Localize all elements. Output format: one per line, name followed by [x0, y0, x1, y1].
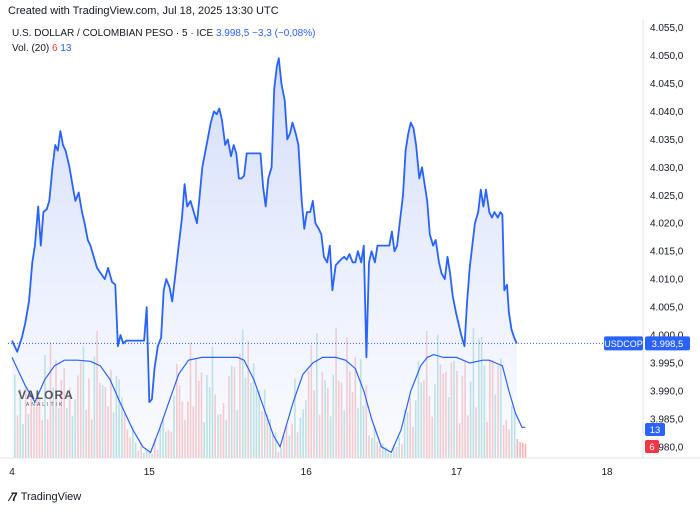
- volume-bar: [522, 442, 524, 458]
- y-tick-label: 4.025,0: [650, 191, 684, 202]
- y-tick-label: 4.020,0: [650, 219, 684, 230]
- symbol-badge-text: USDCOP: [604, 339, 643, 349]
- y-tick-label: 3.990,0: [650, 386, 684, 397]
- volume-up-badge-text: 13: [650, 425, 661, 436]
- last-price-badge-text: 3.998,5: [652, 339, 684, 350]
- price-chart[interactable]: 3.980,03.985,03.990,03.995,04.000,04.005…: [0, 0, 700, 511]
- volume-bar: [519, 442, 521, 458]
- y-tick-label: 4.055,0: [650, 23, 684, 34]
- y-tick-label: 4.045,0: [650, 79, 684, 90]
- tradingview-footer[interactable]: ⁄7 TradingView: [10, 490, 81, 504]
- y-tick-label: 4.050,0: [650, 51, 684, 62]
- tradingview-logo-icon: ⁄7: [10, 490, 18, 504]
- y-tick-label: 4.040,0: [650, 107, 684, 118]
- x-tick-label: 17: [451, 467, 463, 478]
- y-tick-label: 3.995,0: [650, 358, 684, 369]
- price-area-fill: [12, 58, 517, 459]
- x-tick-label: 4: [9, 467, 15, 478]
- y-tick-label: 4.035,0: [650, 135, 684, 146]
- y-tick-label: 4.030,0: [650, 163, 684, 174]
- volume-down-badge-text: 6: [649, 442, 654, 453]
- tradingview-brand: TradingView: [20, 491, 82, 503]
- volume-bar: [524, 443, 527, 458]
- y-tick-label: 4.010,0: [650, 275, 684, 286]
- y-tick-label: 4.005,0: [650, 303, 684, 314]
- time-axis[interactable]: 4 15 16 17 18: [9, 467, 613, 478]
- valora-logo: VALORA ANALITIK: [18, 388, 74, 408]
- y-tick-label: 4.015,0: [650, 247, 684, 258]
- x-tick-label: 15: [144, 467, 156, 478]
- x-tick-label: 16: [301, 467, 313, 478]
- price-axis[interactable]: 3.980,03.985,03.990,03.995,04.000,04.005…: [650, 23, 684, 453]
- x-tick-label: 18: [601, 467, 613, 478]
